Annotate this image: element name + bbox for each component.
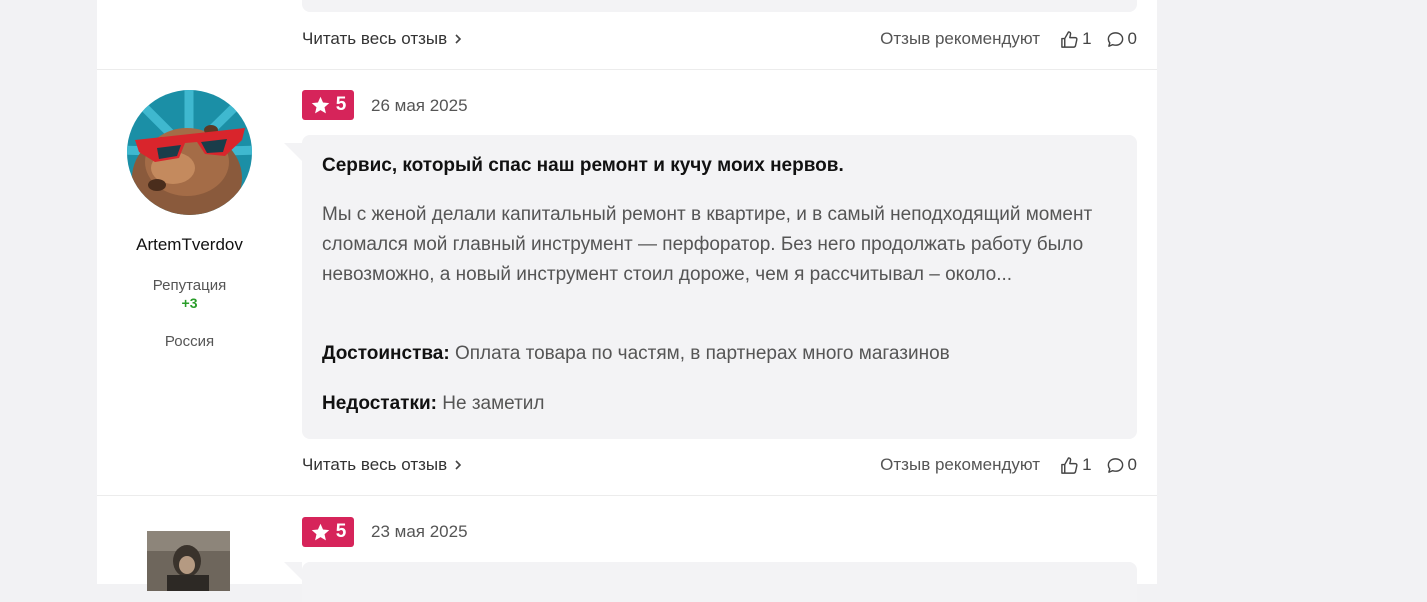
recommend-label: Отзыв рекомендуют [880, 455, 1041, 474]
next-review-card[interactable] [302, 562, 1137, 602]
cons-label: Недостатки: [322, 393, 437, 414]
comments-count: 0 [1127, 29, 1137, 48]
reputation-label: Репутация [152, 277, 227, 294]
prev-recommend-group: Отзыв рекомендуют 1 0 [880, 29, 1137, 49]
thumbs-up-icon [1061, 456, 1078, 474]
likes-count: 1 [1082, 455, 1092, 474]
rating-value: 5 [335, 94, 347, 115]
prev-comments-button[interactable]: 0 [1106, 29, 1137, 49]
review-footer: Читать весь отзыв Отзыв рекомендуют 1 0 [302, 452, 1137, 478]
review-divider [97, 69, 1157, 70]
star-icon [311, 523, 329, 540]
author-username[interactable]: ArtemTverdov [97, 235, 282, 255]
review-date: 26 мая 2025 [371, 96, 468, 115]
card-tail [284, 143, 302, 161]
review-pros: Достоинства: Оплата товара по частям, в … [322, 343, 950, 365]
recommend-group: Отзыв рекомендуют 1 0 [880, 455, 1137, 475]
review-cons: Недостатки: Не заметил [322, 393, 545, 415]
chevron-right-icon [455, 460, 462, 470]
star-icon [311, 96, 329, 113]
review-card[interactable]: Сервис, который спас наш ремонт и кучу м… [302, 135, 1137, 439]
prev-like-button[interactable]: 1 [1060, 29, 1092, 49]
read-more-label: Читать весь отзыв [302, 29, 448, 48]
card-tail [284, 562, 302, 580]
next-rating-badge: 5 [302, 517, 354, 547]
next-avatar[interactable] [147, 531, 230, 591]
comments-button[interactable]: 0 [1106, 455, 1137, 475]
review-title[interactable]: Сервис, который спас наш ремонт и кучу м… [322, 155, 844, 177]
review-body: Мы с женой делали капитальный ремонт в к… [322, 204, 1093, 285]
author-country: Россия [164, 333, 215, 350]
prev-read-more-link[interactable]: Читать весь отзыв [302, 29, 463, 49]
rating-value: 5 [335, 521, 347, 542]
thumbs-up-icon [1061, 30, 1078, 48]
read-more-link[interactable]: Читать весь отзыв [302, 455, 463, 475]
next-review-date: 23 мая 2025 [371, 522, 468, 541]
reputation-value: +3 [181, 295, 198, 311]
prev-review-footer: Читать весь отзыв Отзыв рекомендуют 1 0 [302, 26, 1137, 52]
pros-text: Оплата товара по частям, в партнерах мно… [454, 343, 950, 364]
cons-text: Не заметил [442, 393, 545, 414]
comments-count: 0 [1127, 455, 1137, 474]
recommend-label: Отзыв рекомендуют [880, 29, 1041, 48]
comment-bubble-icon [1107, 457, 1123, 473]
prev-review-card [302, 0, 1137, 12]
comment-bubble-icon [1107, 31, 1123, 47]
rating-badge: 5 [302, 90, 354, 120]
read-more-label: Читать весь отзыв [302, 455, 448, 474]
avatar[interactable] [127, 90, 252, 215]
chevron-right-icon [455, 34, 462, 44]
like-button[interactable]: 1 [1060, 455, 1092, 475]
review-divider [97, 495, 1157, 496]
pros-label: Достоинства: [322, 343, 450, 364]
likes-count: 1 [1082, 29, 1092, 48]
